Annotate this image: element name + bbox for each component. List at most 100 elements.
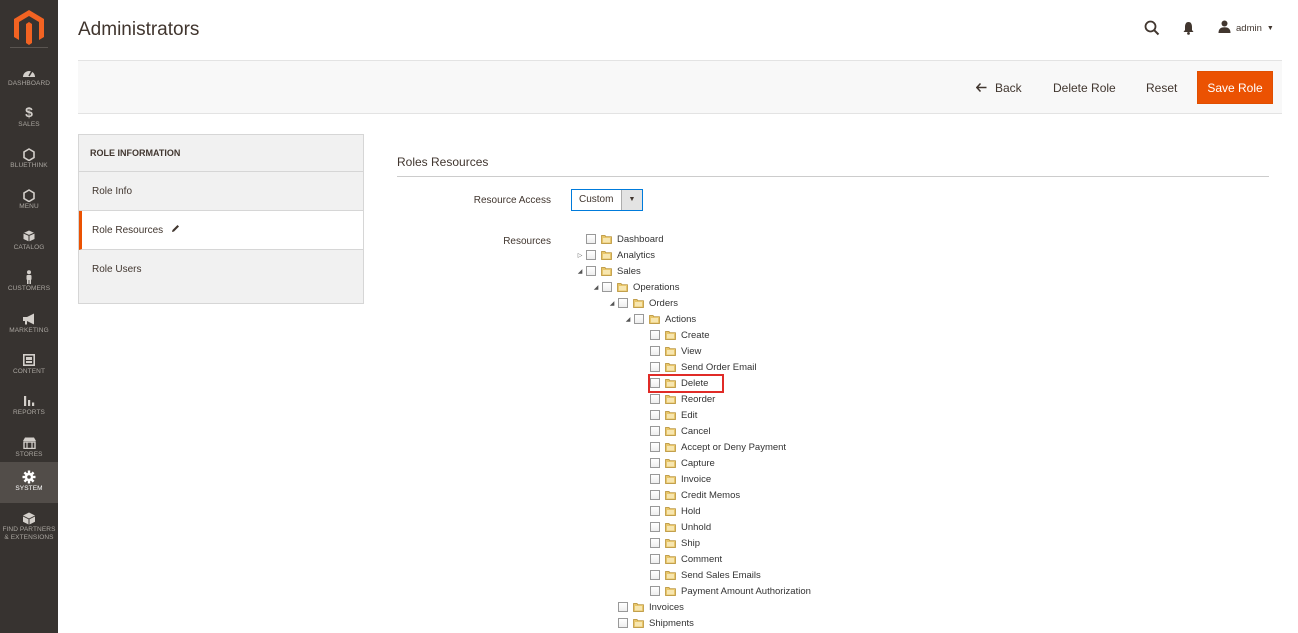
resource-checkbox[interactable] xyxy=(618,298,628,308)
resource-checkbox[interactable] xyxy=(650,330,660,340)
magento-logo-icon[interactable] xyxy=(11,8,47,46)
tree-node[interactable]: Capture xyxy=(638,455,715,471)
resource-checkbox[interactable] xyxy=(650,410,660,420)
sidebar-item-label: MARKETING xyxy=(9,327,49,334)
folder-icon xyxy=(617,282,628,292)
resource-checkbox[interactable] xyxy=(586,266,596,276)
tree-node[interactable]: Shipments xyxy=(606,615,694,631)
tree-node[interactable]: ◢ Orders xyxy=(606,295,678,311)
resource-checkbox[interactable] xyxy=(650,506,660,516)
resource-access-select[interactable]: Custom ▼ xyxy=(571,189,643,211)
sidebar-item-find[interactable]: FIND PARTNERS & EXTENSIONS xyxy=(0,503,58,551)
sidebar-item-label: CONTENT xyxy=(12,368,46,375)
resource-checkbox[interactable] xyxy=(650,474,660,484)
admin-user-menu[interactable]: admin ▼ xyxy=(1218,20,1274,36)
sidebar-divider xyxy=(10,47,48,48)
sidebar-item-dashboard[interactable]: DASHBOARD xyxy=(0,57,58,98)
tree-node[interactable]: Send Sales Emails xyxy=(638,567,761,583)
sidebar-item-label: SYSTEM xyxy=(15,485,43,492)
resource-checkbox[interactable] xyxy=(650,586,660,596)
tab-role-users[interactable]: Role Users xyxy=(79,250,363,289)
resource-checkbox[interactable] xyxy=(650,522,660,532)
sidebar-item-catalog[interactable]: CATALOG xyxy=(0,221,58,262)
expanded-arrow-icon[interactable]: ◢ xyxy=(622,316,634,323)
tree-node[interactable]: Payment Amount Authorization xyxy=(638,583,811,599)
tree-node[interactable]: Cancel xyxy=(638,423,711,439)
back-button[interactable]: Back xyxy=(975,81,1022,95)
sidebar-item-menu[interactable]: MENU xyxy=(0,180,58,221)
section-title: Roles Resources xyxy=(397,155,489,169)
tree-node[interactable]: Invoice xyxy=(638,471,711,487)
role-information-tabs: ROLE INFORMATION Role Info Role Resource… xyxy=(78,134,364,304)
folder-icon xyxy=(665,538,676,548)
tree-node-label: Send Sales Emails xyxy=(681,569,761,581)
tree-node[interactable]: Comment xyxy=(638,551,722,567)
resource-access-value: Custom xyxy=(579,194,614,205)
expanded-arrow-icon[interactable]: ◢ xyxy=(606,300,618,307)
sidebar-item-system[interactable]: SYSTEM xyxy=(0,462,58,503)
bell-icon[interactable] xyxy=(1182,21,1195,35)
folder-icon xyxy=(601,266,612,276)
tree-node[interactable]: Send Order Email xyxy=(638,359,757,375)
tree-node[interactable]: Invoices xyxy=(606,599,684,615)
expanded-arrow-icon[interactable]: ◢ xyxy=(590,284,602,291)
tree-node-label: Analytics xyxy=(617,249,656,261)
tree-node-label: Sales xyxy=(617,265,641,277)
resource-checkbox[interactable] xyxy=(650,554,660,564)
delete-role-button[interactable]: Delete Role xyxy=(1053,81,1116,95)
sidebar-item-bluethink[interactable]: BLUETHINK xyxy=(0,139,58,180)
bar-chart-icon xyxy=(0,391,58,409)
resource-checkbox[interactable] xyxy=(650,426,660,436)
resource-checkbox[interactable] xyxy=(650,458,660,468)
sidebar-item-label: BLUETHINK xyxy=(10,162,48,169)
tree-node[interactable]: ◢ Operations xyxy=(590,279,680,295)
folder-icon xyxy=(665,458,676,468)
tree-node[interactable]: ▷ Analytics xyxy=(574,247,655,263)
resource-checkbox[interactable] xyxy=(650,394,660,404)
person-icon xyxy=(0,267,58,285)
tab-role-resources[interactable]: Role Resources xyxy=(79,211,363,250)
search-icon[interactable] xyxy=(1144,20,1160,36)
reset-button[interactable]: Reset xyxy=(1146,81,1177,95)
tree-node[interactable]: Reorder xyxy=(638,391,715,407)
folder-icon xyxy=(665,490,676,500)
tree-node[interactable]: Ship xyxy=(638,535,700,551)
tree-node[interactable]: Credit Memos xyxy=(638,487,740,503)
sidebar-item-reports[interactable]: REPORTS xyxy=(0,386,58,427)
user-name: admin xyxy=(1236,22,1262,34)
tab-role-info[interactable]: Role Info xyxy=(79,172,363,211)
resource-checkbox[interactable] xyxy=(650,538,660,548)
tree-node[interactable]: Unhold xyxy=(638,519,711,535)
resource-checkbox[interactable] xyxy=(602,282,612,292)
resource-checkbox[interactable] xyxy=(618,618,628,628)
expanded-arrow-icon[interactable]: ◢ xyxy=(574,268,586,275)
tree-node[interactable]: Accept or Deny Payment xyxy=(638,439,786,455)
resource-checkbox[interactable] xyxy=(650,442,660,452)
tree-node[interactable]: ◢ Sales xyxy=(574,263,641,279)
resource-checkbox[interactable] xyxy=(634,314,644,324)
save-role-button[interactable]: Save Role xyxy=(1197,71,1273,104)
sidebar-item-customers[interactable]: CUSTOMERS xyxy=(0,262,58,303)
sidebar-item-sales[interactable]: $ SALES xyxy=(0,98,58,139)
gear-icon xyxy=(0,467,58,485)
tree-node[interactable]: Dashboard xyxy=(574,231,663,247)
box-icon xyxy=(0,226,58,244)
folder-icon xyxy=(665,346,676,356)
resource-checkbox[interactable] xyxy=(650,346,660,356)
resource-checkbox[interactable] xyxy=(586,234,596,244)
tree-node[interactable]: ◢ Actions xyxy=(622,311,696,327)
sidebar-item-content[interactable]: CONTENT xyxy=(0,345,58,386)
tree-node[interactable]: Hold xyxy=(638,503,701,519)
resource-checkbox[interactable] xyxy=(650,362,660,372)
resource-checkbox[interactable] xyxy=(618,602,628,612)
resource-checkbox[interactable] xyxy=(650,490,660,500)
collapsed-arrow-icon[interactable]: ▷ xyxy=(574,252,586,259)
resource-checkbox[interactable] xyxy=(650,570,660,580)
resource-checkbox[interactable] xyxy=(586,250,596,260)
tree-node[interactable]: Edit xyxy=(638,407,697,423)
page-actions-bar: Back Delete Role Reset Save Role xyxy=(78,60,1282,114)
tree-node-label: Operations xyxy=(633,281,680,293)
sidebar-item-marketing[interactable]: MARKETING xyxy=(0,304,58,345)
tree-node[interactable]: Create xyxy=(638,327,710,343)
tree-node[interactable]: View xyxy=(638,343,701,359)
